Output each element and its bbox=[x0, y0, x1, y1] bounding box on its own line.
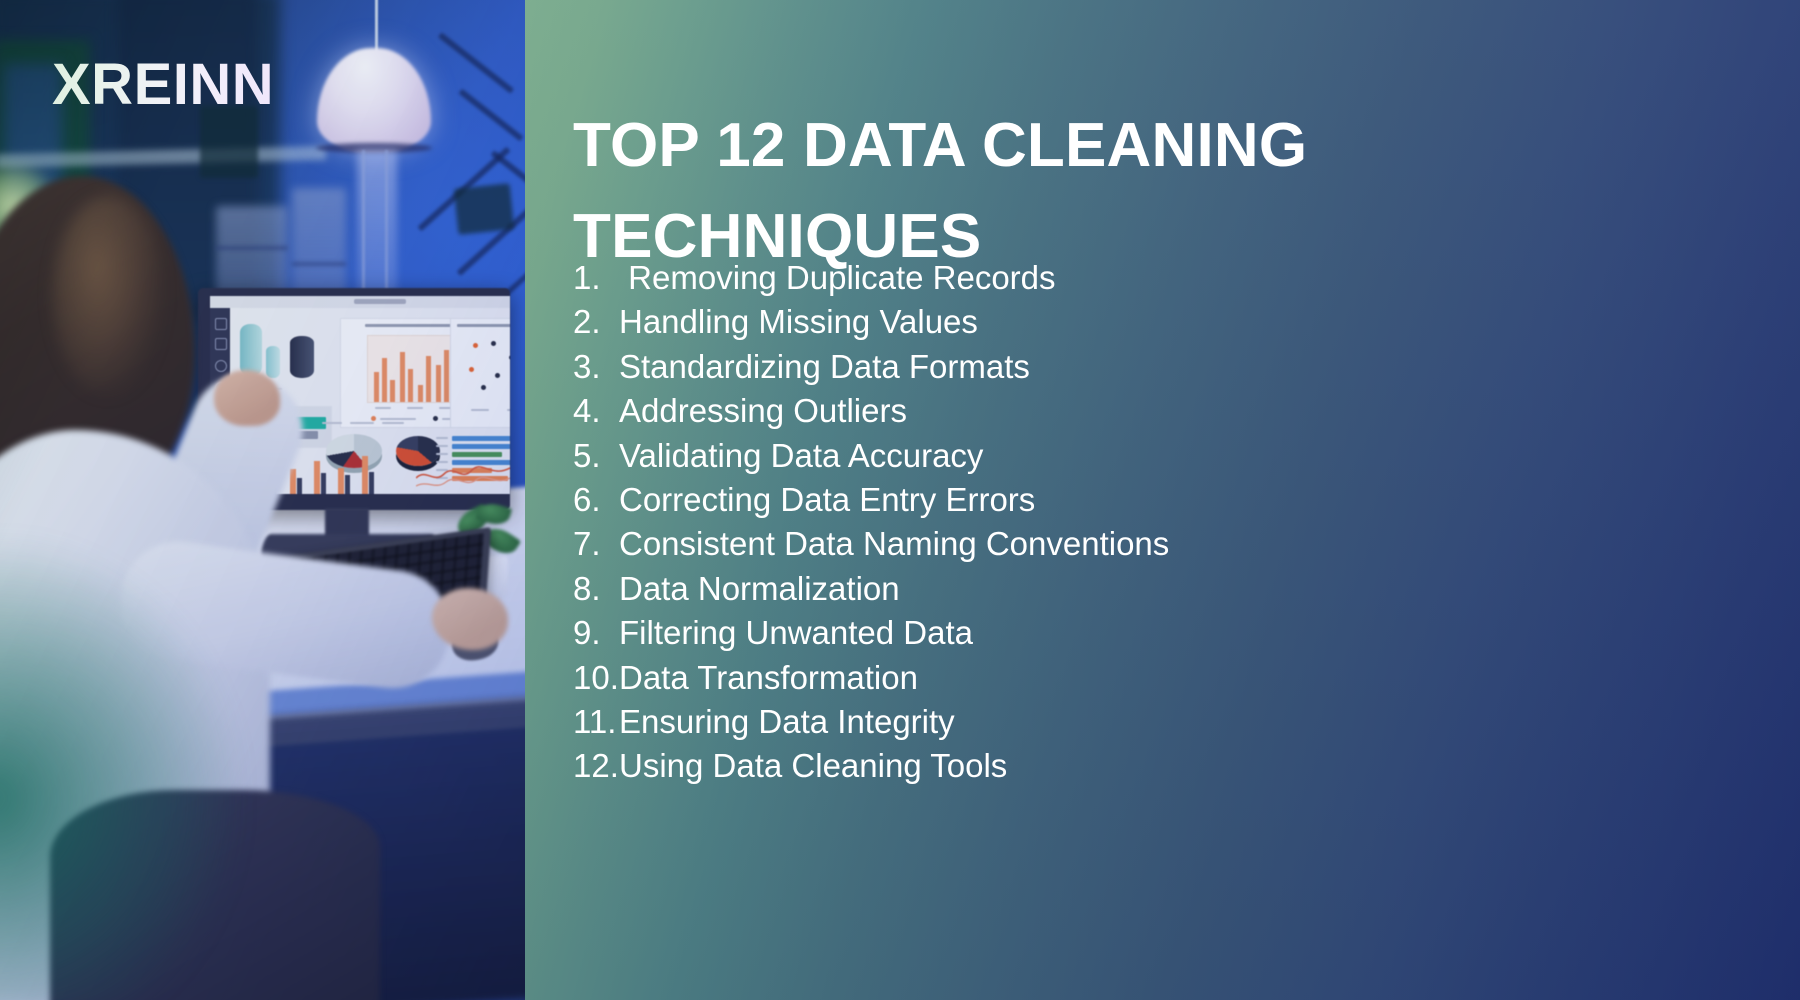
cabinet-line bbox=[292, 262, 346, 266]
person-pointing-hand bbox=[214, 370, 280, 426]
chart-title bbox=[457, 324, 510, 327]
sidebar-icon bbox=[215, 338, 227, 350]
list-item-number: 10. bbox=[573, 658, 619, 696]
list-item: 6. Correcting Data Entry Errors bbox=[573, 478, 1169, 522]
slide-canvas: XREINN TOP 12 DATA CLEANING TECHNIQUES 1… bbox=[0, 0, 1800, 1000]
list-item: 2. Handling Missing Values bbox=[573, 300, 1169, 344]
list-item-number: 11. bbox=[573, 703, 617, 741]
cabinet-line bbox=[216, 246, 288, 250]
list-item-label: Using Data Cleaning Tools bbox=[619, 747, 1008, 785]
hero-photo bbox=[0, 0, 525, 1000]
list-item: 10. Data Transformation bbox=[573, 656, 1169, 700]
list-item-label: Ensuring Data Integrity bbox=[619, 703, 955, 741]
sidebar-icon bbox=[215, 360, 227, 372]
person-hand-on-mouse bbox=[432, 588, 508, 650]
list-item-label: Data Transformation bbox=[619, 658, 918, 696]
legend-label bbox=[380, 418, 416, 420]
list-item-label: Correcting Data Entry Errors bbox=[619, 481, 1036, 519]
bar bbox=[321, 473, 326, 494]
list-item-number: 3. bbox=[573, 347, 601, 385]
list-item: 12. Using Data Cleaning Tools bbox=[573, 744, 1169, 788]
bar bbox=[369, 472, 374, 494]
list-item-number: 7. bbox=[573, 525, 601, 563]
person-hair-highlight bbox=[52, 196, 164, 396]
list-item: 4. Addressing Outliers bbox=[573, 389, 1169, 433]
h-bar-label bbox=[436, 445, 448, 447]
h-bar-label bbox=[436, 453, 448, 455]
list-item-label: Removing Duplicate Records bbox=[619, 259, 1056, 296]
list-item-number: 2. bbox=[573, 303, 601, 341]
bar bbox=[426, 356, 431, 402]
scatter-point bbox=[491, 341, 496, 346]
list-item-label: Addressing Outliers bbox=[619, 392, 907, 430]
list-item: 7. Consistent Data Naming Conventions bbox=[573, 522, 1169, 566]
h-bar bbox=[452, 436, 510, 441]
list-item-label: Validating Data Accuracy bbox=[619, 436, 984, 474]
list-item-label: Handling Missing Values bbox=[619, 303, 978, 341]
scatter-point bbox=[473, 343, 478, 348]
cylinder-chart bbox=[290, 336, 314, 378]
bar bbox=[297, 478, 302, 494]
list-item: 1. Removing Duplicate Records bbox=[573, 256, 1169, 300]
list-item: 9. Filtering Unwanted Data bbox=[573, 611, 1169, 655]
list-item-label: Consistent Data Naming Conventions bbox=[619, 525, 1170, 563]
axis-label bbox=[407, 407, 423, 409]
list-item-label: Standardizing Data Formats bbox=[619, 347, 1030, 385]
bar bbox=[338, 468, 344, 494]
list-item-number: 5. bbox=[573, 436, 601, 474]
bar bbox=[345, 475, 350, 494]
line-chart bbox=[416, 466, 510, 487]
content-panel: TOP 12 DATA CLEANING TECHNIQUES 1. Remov… bbox=[525, 0, 1800, 1000]
list-item: 3. Standardizing Data Formats bbox=[573, 345, 1169, 389]
section-label bbox=[322, 422, 342, 424]
bar bbox=[400, 352, 405, 402]
bar bbox=[314, 461, 320, 494]
legend-dot bbox=[371, 416, 376, 421]
bar bbox=[436, 365, 441, 402]
list-item-number: 1. bbox=[573, 259, 601, 296]
legend-dot bbox=[433, 416, 438, 421]
axis-label bbox=[507, 409, 510, 411]
lamp-cord bbox=[375, 0, 378, 52]
section-label bbox=[382, 422, 404, 424]
axis-label bbox=[375, 407, 391, 409]
list-item-number: 12. bbox=[573, 747, 619, 785]
scatter-plot-panel bbox=[450, 318, 510, 428]
wall-art-box bbox=[453, 183, 515, 235]
bar bbox=[418, 385, 423, 402]
bar bbox=[408, 369, 413, 402]
scatter-point bbox=[469, 367, 474, 372]
scatter-point bbox=[509, 355, 510, 360]
axis-label bbox=[471, 409, 489, 411]
section-label bbox=[350, 422, 374, 424]
list-item-label: Data Normalization bbox=[619, 569, 900, 607]
list-item-number: 4. bbox=[573, 392, 601, 430]
bar bbox=[382, 358, 387, 402]
bar bbox=[374, 372, 379, 402]
scatter-point bbox=[481, 385, 486, 390]
brand-logo: XREINN bbox=[52, 52, 275, 117]
list-item: 8. Data Normalization bbox=[573, 567, 1169, 611]
scatter-point bbox=[495, 373, 500, 378]
bar bbox=[290, 469, 296, 494]
bar bbox=[444, 350, 449, 402]
green-light-wash bbox=[0, 540, 240, 1000]
list-item: 11. Ensuring Data Integrity bbox=[573, 700, 1169, 744]
sidebar-icon bbox=[215, 318, 227, 330]
cylinder-chart bbox=[266, 346, 280, 378]
h-bar-label bbox=[436, 437, 448, 439]
h-bar bbox=[452, 444, 510, 449]
bar bbox=[390, 380, 395, 402]
list-item: 5. Validating Data Accuracy bbox=[573, 434, 1169, 478]
cylinder-chart bbox=[240, 324, 262, 376]
list-item-number: 9. bbox=[573, 614, 601, 652]
list-item-number: 6. bbox=[573, 481, 601, 519]
list-item-number: 8. bbox=[573, 569, 601, 607]
list-item-label: Filtering Unwanted Data bbox=[619, 614, 974, 652]
bar bbox=[362, 456, 368, 494]
techniques-list: 1. Removing Duplicate Records 2. Handling … bbox=[573, 256, 1169, 789]
dashboard-titlebar bbox=[210, 296, 510, 308]
